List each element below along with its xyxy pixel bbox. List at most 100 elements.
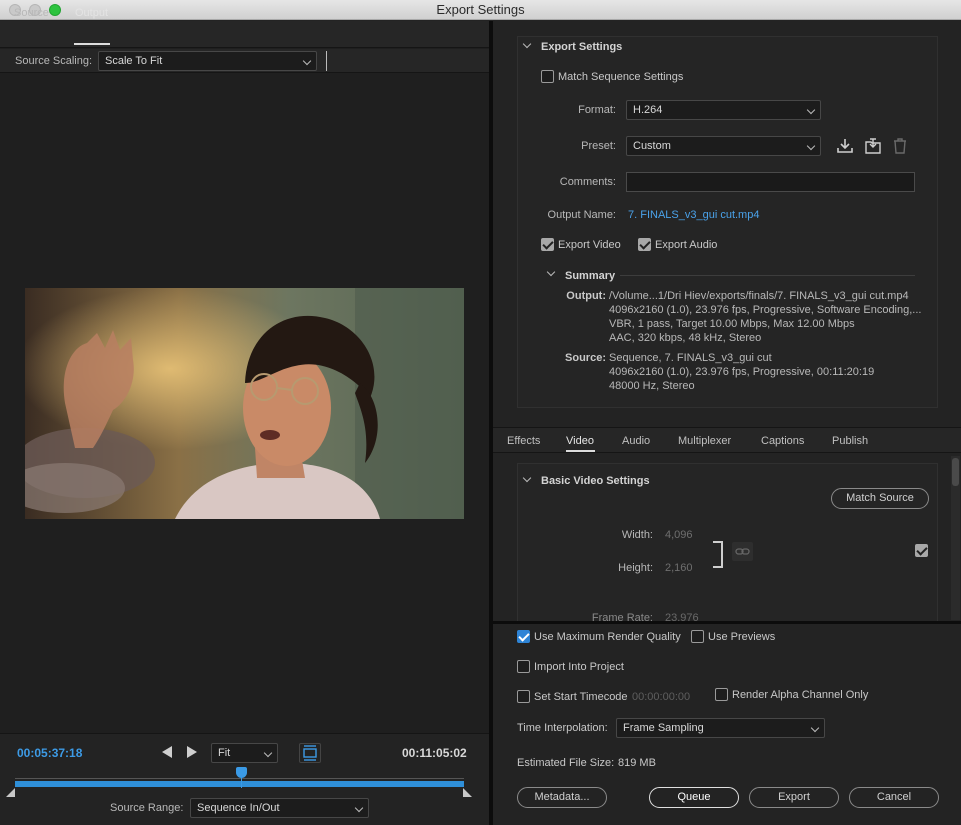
- toolbar-separator: [326, 51, 327, 71]
- source-scaling-dropdown[interactable]: Scale To Fit: [98, 51, 317, 71]
- export-video-checkbox[interactable]: [541, 238, 554, 251]
- chevron-down-icon: [806, 141, 816, 151]
- chevron-down-icon: [302, 56, 312, 66]
- current-timecode[interactable]: 00:05:37:18: [17, 746, 82, 760]
- match-sequence-label: Match Sequence Settings: [558, 71, 684, 83]
- step-forward-icon[interactable]: [187, 746, 197, 758]
- time-interpolation-dropdown[interactable]: Frame Sampling: [616, 718, 825, 738]
- summary-output-line: /Volume...1/Dri Hiev/exports/finals/7. F…: [609, 290, 909, 302]
- source-range-label: Source Range:: [110, 802, 184, 814]
- file-size-label: Estimated File Size:: [517, 757, 615, 769]
- window-title: Export Settings: [436, 2, 525, 17]
- aspect-ratio-toggle-button[interactable]: [299, 743, 321, 763]
- render-alpha-label: Render Alpha Channel Only: [732, 689, 869, 701]
- source-range-value: Sequence In/Out: [197, 802, 280, 814]
- summary-output-label: Output:: [566, 290, 606, 302]
- start-timecode-value[interactable]: 00:00:00:00: [632, 691, 690, 703]
- width-value[interactable]: 4,096: [665, 529, 693, 541]
- match-source-button[interactable]: Match Source: [831, 488, 929, 509]
- import-preset-icon: [865, 138, 881, 154]
- tab-publish[interactable]: Publish: [832, 435, 868, 447]
- save-preset-icon: [837, 139, 853, 153]
- tab-output[interactable]: Output: [75, 7, 108, 19]
- save-preset-button[interactable]: [836, 138, 854, 157]
- scrub-baseline: [15, 778, 464, 779]
- basic-video-header: Basic Video Settings: [541, 475, 650, 487]
- import-into-project-label: Import Into Project: [534, 661, 624, 673]
- tab-captions[interactable]: Captions: [761, 435, 804, 447]
- export-button[interactable]: Export: [749, 787, 839, 808]
- delete-preset-button[interactable]: [892, 138, 908, 157]
- source-range-dropdown[interactable]: Sequence In/Out: [190, 798, 369, 818]
- export-settings-header: Export Settings: [541, 41, 623, 53]
- trash-icon: [894, 138, 906, 154]
- preset-dropdown[interactable]: Custom: [626, 136, 821, 156]
- zoom-fit-dropdown[interactable]: Fit: [211, 743, 278, 763]
- max-render-quality-label: Use Maximum Render Quality: [534, 631, 681, 643]
- width-label: Width:: [621, 529, 653, 541]
- time-interpolation-value: Frame Sampling: [623, 722, 704, 734]
- export-audio-label: Export Audio: [655, 239, 718, 251]
- max-render-quality-checkbox[interactable]: [517, 630, 530, 643]
- source-range-bar[interactable]: [15, 781, 464, 787]
- comments-input[interactable]: [626, 172, 915, 192]
- import-into-project-checkbox[interactable]: [517, 660, 530, 673]
- match-sequence-checkbox[interactable]: [541, 70, 554, 83]
- set-start-timecode-checkbox[interactable]: [517, 690, 530, 703]
- format-label: Format:: [578, 104, 616, 116]
- chevron-down-icon: [263, 748, 273, 758]
- constrain-proportions-button[interactable]: [732, 542, 753, 561]
- render-alpha-checkbox[interactable]: [715, 688, 728, 701]
- chevron-down-icon: [810, 723, 820, 733]
- summary-header: Summary: [565, 270, 616, 282]
- use-previews-label: Use Previews: [708, 631, 776, 643]
- metadata-button[interactable]: Metadata...: [517, 787, 607, 808]
- queue-button[interactable]: Queue: [649, 787, 739, 808]
- cancel-button[interactable]: Cancel: [849, 787, 939, 808]
- export-video-label: Export Video: [558, 239, 621, 251]
- step-back-icon[interactable]: [162, 746, 172, 758]
- summary-output-line: VBR, 1 pass, Target 10.00 Mbps, Max 12.0…: [609, 318, 855, 330]
- size-match-checkbox[interactable]: [915, 544, 928, 557]
- video-frame-image: [25, 288, 464, 519]
- file-size-value: 819 MB: [618, 757, 656, 769]
- tab-multiplexer[interactable]: Multiplexer: [678, 435, 731, 447]
- out-point-marker[interactable]: [463, 788, 472, 797]
- chevron-down-icon: [806, 105, 816, 115]
- summary-divider: [620, 275, 915, 276]
- summary-output-line: 4096x2160 (1.0), 23.976 fps, Progressive…: [609, 304, 922, 316]
- import-preset-button[interactable]: [864, 138, 882, 157]
- in-point-marker[interactable]: [6, 788, 15, 797]
- active-tab-underline: [74, 43, 110, 45]
- export-audio-checkbox[interactable]: [638, 238, 651, 251]
- use-previews-checkbox[interactable]: [691, 630, 704, 643]
- format-dropdown[interactable]: H.264: [626, 100, 821, 120]
- preset-label: Preset:: [581, 140, 616, 152]
- duration-timecode: 00:11:05:02: [402, 746, 467, 760]
- summary-source-line: 48000 Hz, Stereo: [609, 380, 695, 392]
- summary-source-line: 4096x2160 (1.0), 23.976 fps, Progressive…: [609, 366, 875, 378]
- source-scaling-label: Source Scaling:: [15, 55, 93, 67]
- set-start-timecode-label: Set Start Timecode: [534, 691, 628, 703]
- comments-label: Comments:: [559, 176, 616, 188]
- video-preview-frame: [25, 288, 464, 519]
- basic-video-settings-panel: [517, 463, 938, 623]
- time-interpolation-label: Time Interpolation:: [517, 722, 608, 734]
- aspect-ratio-icon: [303, 745, 317, 761]
- chevron-down-icon: [354, 803, 364, 813]
- active-tab-underline: [566, 450, 595, 452]
- format-value: H.264: [633, 104, 663, 116]
- zoom-fit-value: Fit: [218, 747, 231, 759]
- summary-output-line: AAC, 320 kbps, 48 kHz, Stereo: [609, 332, 762, 344]
- summary-source-line: Sequence, 7. FINALS_v3_gui cut: [609, 352, 772, 364]
- tab-source[interactable]: Source: [14, 7, 49, 19]
- tab-effects[interactable]: Effects: [507, 435, 540, 447]
- link-bracket: [713, 541, 723, 568]
- output-name-link[interactable]: 7. FINALS_v3_gui cut.mp4: [628, 209, 759, 221]
- playhead-line: [241, 776, 242, 788]
- height-value[interactable]: 2,160: [665, 562, 693, 574]
- scrollbar-thumb[interactable]: [952, 458, 959, 486]
- tab-video[interactable]: Video: [566, 435, 594, 447]
- output-name-label: Output Name:: [547, 209, 616, 221]
- tab-audio[interactable]: Audio: [622, 435, 650, 447]
